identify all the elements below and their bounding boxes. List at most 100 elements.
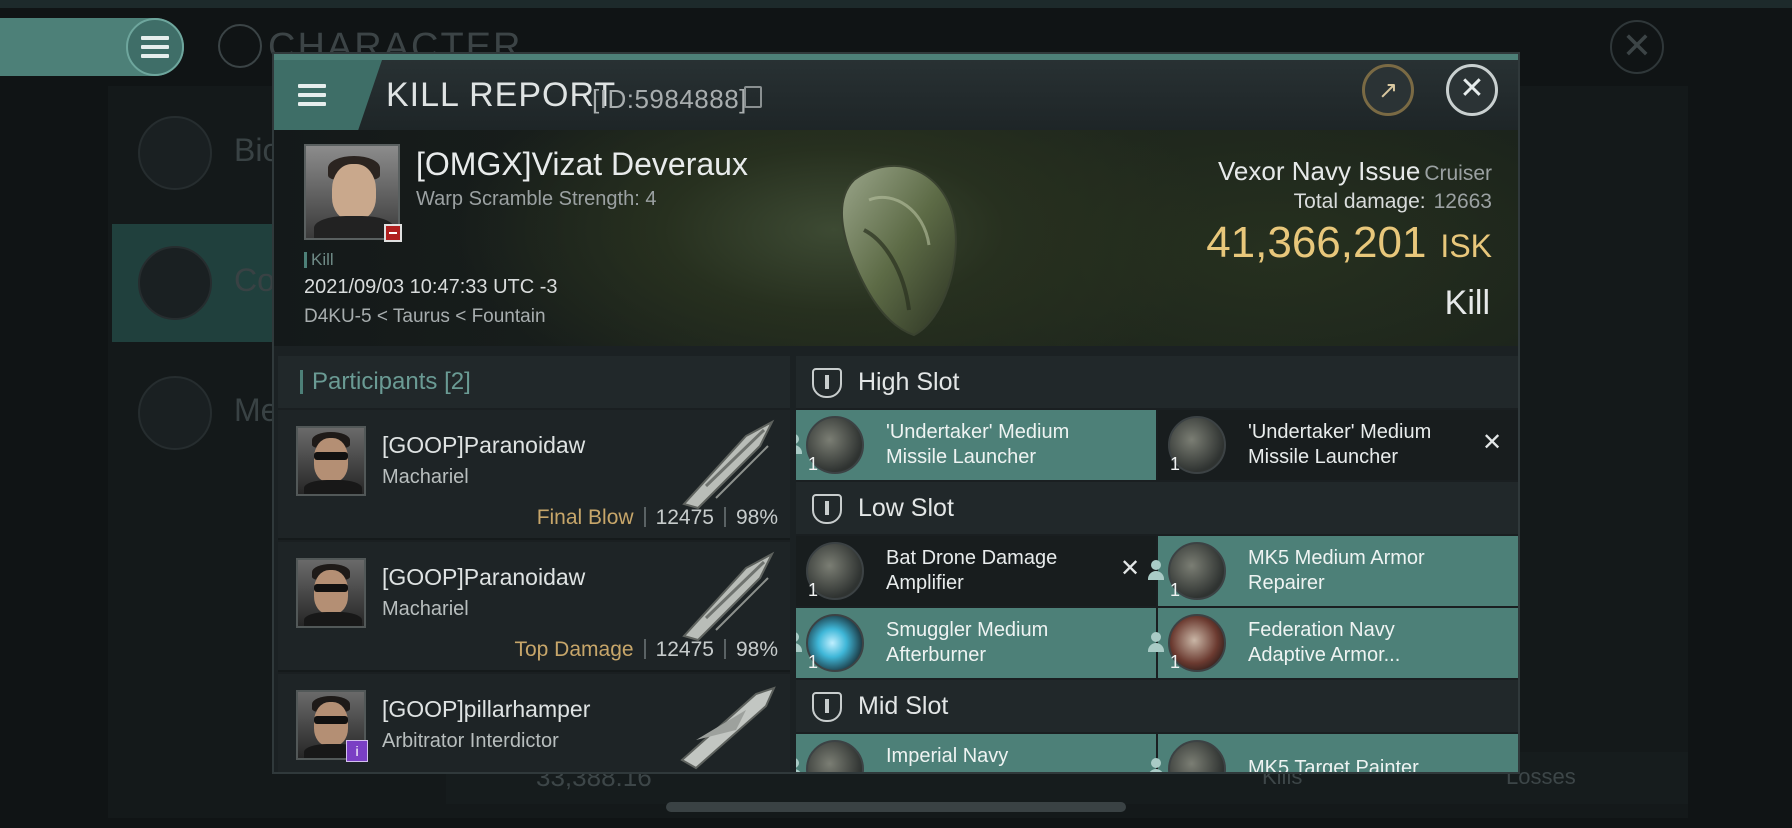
- module-name: 'Undertaker' Medium Missile Launcher: [886, 421, 1070, 468]
- victim-subtitle: Warp Scramble Strength: 4: [416, 188, 657, 210]
- dropped-person-icon: [796, 630, 806, 654]
- participant-damage: 12475: [655, 638, 714, 661]
- total-damage: Total damage: 12663: [1293, 190, 1492, 213]
- isk-unit: ISK: [1440, 228, 1492, 264]
- module-item[interactable]: 1 MK5 Medium Armor Repairer: [1148, 536, 1518, 606]
- module-quantity: 1: [808, 652, 819, 672]
- standing-badge: [384, 224, 402, 242]
- isk-value-row: 41,366,201 ISK: [1206, 218, 1492, 268]
- low-slot-label: Low Slot: [858, 494, 954, 522]
- participant-ship-image: [680, 686, 776, 770]
- participant-ship: Machariel: [382, 466, 469, 488]
- star-icon: [138, 376, 212, 450]
- isk-value: 41,366,201: [1206, 218, 1427, 267]
- participant-row[interactable]: [GOOP]Paranoidaw Machariel Final Blow 124…: [278, 410, 790, 540]
- high-slot-label: High Slot: [858, 368, 960, 396]
- list-icon: [138, 116, 212, 190]
- module-icon: [806, 740, 864, 772]
- dropped-person-icon: [796, 432, 806, 456]
- high-slot-icon: [812, 368, 842, 398]
- participant-name: [GOOP]pillarhamper: [382, 696, 591, 722]
- module-name: Smuggler Medium Afterburner: [886, 619, 1049, 666]
- module-item[interactable]: 1 'Undertaker' Medium Missile Launcher: [796, 410, 1156, 480]
- low-slot-icon: [812, 494, 842, 524]
- module-quantity: 1: [1170, 454, 1181, 474]
- destroyed-x-icon: ✕: [1119, 555, 1141, 582]
- kill-id: [ID:5984888]: [592, 84, 747, 114]
- share-button[interactable]: ↗: [1362, 64, 1414, 116]
- module-item[interactable]: 1 Bat Drone Damage Amplifier ✕: [796, 536, 1156, 606]
- participant-ship-image: [682, 551, 775, 642]
- ship-name[interactable]: Vexor Navy Issue Cruiser: [1218, 156, 1492, 187]
- final-blow-tag: Final Blow: [536, 506, 634, 529]
- module-name: 'Undertaker' Medium Missile Launcher: [1248, 421, 1432, 468]
- module-name: MK5 Target Painter: [1248, 757, 1419, 774]
- background-close-icon[interactable]: ✕: [1610, 20, 1664, 74]
- module-item[interactable]: Imperial Navy: [796, 734, 1156, 772]
- kill-location[interactable]: D4KU-5 < Taurus < Fountain: [304, 306, 546, 328]
- participant-percent: 98%: [735, 506, 778, 529]
- top-strip: [0, 0, 1792, 8]
- module-name: Bat Drone Damage Amplifier: [886, 547, 1058, 594]
- mid-slot-icon: [812, 692, 842, 722]
- kill-report-dialog: KILL REPORT [ID:5984888] ↗ ✕ [OMGX]Vizat…: [272, 52, 1520, 774]
- module-item[interactable]: 1 'Undertaker' Medium Missile Launcher ✕: [1158, 410, 1518, 480]
- module-name: MK5 Medium Armor Repairer: [1248, 547, 1425, 594]
- victim-ship-image[interactable]: [824, 150, 964, 340]
- participant-ship: Machariel: [382, 598, 469, 620]
- participant-ship-image: [682, 419, 775, 510]
- participant-damage: 12475: [655, 506, 714, 529]
- participant-stats: Top Damage 12475 98%: [514, 638, 778, 662]
- participants-title: Participants [2]: [312, 368, 471, 395]
- participant-row[interactable]: [GOOP]Paranoidaw Machariel Top Damage 124…: [278, 542, 790, 672]
- participant-name: [GOOP]Paranoidaw: [382, 432, 586, 458]
- module-item[interactable]: 1 Smuggler Medium Afterburner: [796, 608, 1156, 678]
- info-badge-icon: i: [346, 740, 368, 762]
- dialog-title: KILL REPORT: [386, 76, 617, 114]
- module-item[interactable]: MK5 Target Painter: [1148, 734, 1518, 774]
- target-painter-icon: [1168, 740, 1226, 772]
- participant-percent: 98%: [735, 638, 778, 661]
- kill-tag: Kill: [304, 251, 334, 268]
- dropped-person-icon: [1144, 630, 1168, 654]
- sidebar-item-label: Co: [234, 262, 275, 298]
- low-slot-header: Low Slot: [796, 482, 1518, 534]
- module-name: Imperial Navy: [886, 745, 1009, 767]
- module-item[interactable]: 1 Federation Navy Adaptive Armor...: [1148, 608, 1518, 678]
- participant-ship: Arbitrator Interdictor: [382, 730, 559, 752]
- mid-slot-label: Mid Slot: [858, 692, 949, 720]
- copy-icon[interactable]: [744, 86, 762, 108]
- participants-count: [2]: [444, 368, 471, 395]
- victim-name[interactable]: [OMGX]Vizat Deveraux: [416, 146, 748, 183]
- participant-avatar[interactable]: [296, 558, 366, 628]
- horizontal-scrollbar[interactable]: [666, 802, 1126, 812]
- dropped-person-icon: [796, 756, 806, 772]
- participant-name: [GOOP]Paranoidaw: [382, 564, 586, 590]
- module-quantity: 1: [808, 580, 819, 600]
- module-quantity: 1: [808, 454, 819, 474]
- participant-stats: Final Blow 12475 98%: [537, 506, 778, 530]
- total-damage-value: 12663: [1433, 190, 1492, 213]
- kill-datetime: 2021/09/03 10:47:33 UTC -3: [304, 276, 558, 298]
- module-name: Federation Navy Adaptive Armor...: [1248, 619, 1401, 666]
- crossed-swords-icon: [138, 246, 212, 320]
- character-icon: [218, 24, 262, 68]
- participant-avatar[interactable]: [296, 426, 366, 496]
- mid-slot-header: Mid Slot: [796, 680, 1518, 732]
- top-damage-tag: Top Damage: [514, 638, 634, 661]
- victim-banner: [OMGX]Vizat Deveraux Warp Scramble Stren…: [274, 130, 1518, 346]
- dropped-person-icon: [1144, 558, 1168, 582]
- destroyed-x-icon: ✕: [1481, 429, 1503, 456]
- close-button[interactable]: ✕: [1446, 64, 1498, 116]
- menu-icon[interactable]: [126, 18, 184, 76]
- ship-class: Cruiser: [1424, 162, 1492, 185]
- kill-type: Kill: [1444, 284, 1490, 322]
- dropped-person-icon: [1144, 756, 1168, 772]
- fitting-panel: High Slot 1 'Undertaker' Medium Missile …: [796, 356, 1518, 774]
- high-slot-header: High Slot: [796, 356, 1518, 408]
- participants-panel: Participants [2] [GOOP]Paranoidaw Machar…: [278, 356, 790, 772]
- external-link-icon: ↗: [1377, 76, 1399, 104]
- participants-header: Participants [2]: [278, 356, 790, 408]
- module-quantity: 1: [1170, 652, 1181, 672]
- participant-row[interactable]: i [GOOP]pillarhamper Arbitrator Interdic…: [278, 674, 790, 772]
